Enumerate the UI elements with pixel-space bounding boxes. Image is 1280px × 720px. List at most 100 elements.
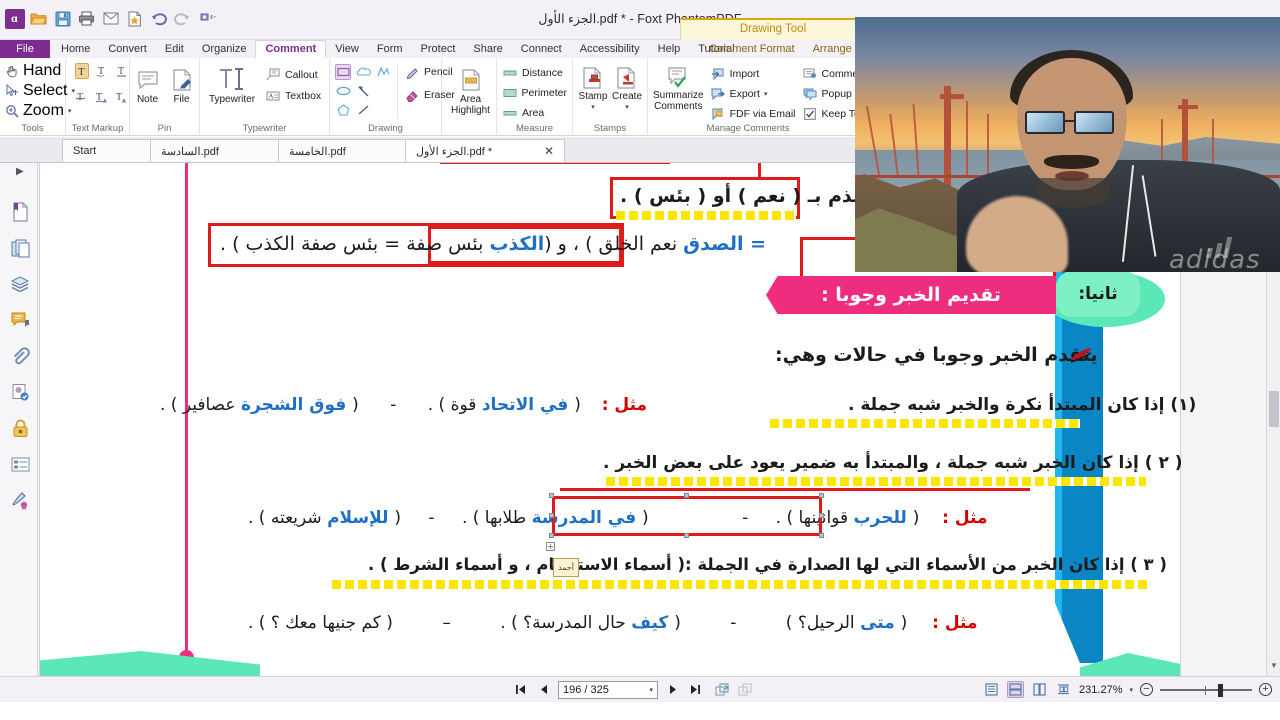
strikeout-text-icon[interactable]: T — [75, 89, 88, 105]
selected-annotation-rect[interactable] — [552, 496, 822, 536]
replace-text-icon[interactable]: T — [95, 89, 108, 105]
comments-panel-icon[interactable] — [9, 309, 31, 331]
continuous-facing-icon[interactable] — [1055, 681, 1072, 698]
zoom-slider-thumb[interactable] — [1218, 683, 1223, 697]
ribbon-item-select[interactable]: Select ▾ — [5, 81, 75, 101]
oval-icon[interactable] — [335, 83, 351, 99]
resize-handle-tc[interactable] — [684, 493, 689, 498]
scroll-down-arrow-icon[interactable]: ▼ — [1270, 661, 1278, 670]
ribbon-item-hand[interactable]: Hand — [5, 61, 61, 81]
tab-edit[interactable]: Edit — [156, 40, 193, 58]
resize-handle-mr[interactable] — [819, 513, 824, 518]
checkbox-checked-icon[interactable] — [802, 106, 818, 122]
ribbon-item-textbox[interactable]: A Textbox — [265, 88, 321, 104]
zoom-level-value[interactable]: 231.27% — [1079, 684, 1122, 696]
resize-handle-tr[interactable] — [819, 493, 824, 498]
polyline-icon[interactable] — [375, 64, 391, 80]
ribbon-item-distance[interactable]: Distance — [502, 65, 567, 81]
chevron-down-icon[interactable]: ▾ — [649, 686, 653, 694]
next-view-icon[interactable] — [737, 680, 754, 699]
stamps-panel-icon[interactable] — [9, 381, 31, 403]
underline-text-icon[interactable]: T — [116, 63, 129, 79]
tab-accessibility[interactable]: Accessibility — [571, 40, 649, 58]
ribbon-item-perimeter[interactable]: Perimeter — [502, 85, 567, 101]
page-thumbnails-icon[interactable] — [9, 237, 31, 259]
tab-protect[interactable]: Protect — [412, 40, 465, 58]
chevron-down-icon[interactable]: ▾ — [764, 90, 768, 98]
ribbon-item-area-highlight[interactable]: Area Highlight — [447, 61, 494, 116]
tab-view[interactable]: View — [326, 40, 368, 58]
resize-handle-br[interactable] — [819, 533, 824, 538]
prev-page-button[interactable] — [535, 680, 552, 699]
polygon-icon[interactable] — [335, 102, 351, 118]
tab-form[interactable]: Form — [368, 40, 412, 58]
resize-handle-ml[interactable] — [549, 513, 554, 518]
zoom-out-button[interactable]: − — [1140, 683, 1153, 696]
tab-help[interactable]: Help — [649, 40, 690, 58]
highlight-text-icon[interactable]: T — [75, 63, 89, 79]
next-page-button[interactable] — [664, 680, 681, 699]
bridge-cable — [965, 101, 968, 176]
rectangle-icon[interactable] — [335, 64, 351, 80]
continuous-page-icon[interactable] — [1007, 681, 1025, 698]
tab-comment-format[interactable]: Comment Format — [700, 40, 804, 58]
ribbon-item-create-stamp[interactable]: Create ▾ — [612, 66, 642, 111]
signatures-icon[interactable] — [9, 489, 31, 511]
tab-comment[interactable]: Comment — [255, 40, 327, 58]
insert-text-icon[interactable]: T — [115, 89, 128, 105]
ribbon-item-import[interactable]: Import — [710, 66, 796, 82]
cloud-shape-icon[interactable] — [355, 64, 371, 80]
ribbon-item-export[interactable]: Export ▾ — [710, 86, 796, 102]
tab-arrange[interactable]: Arrange — [804, 40, 861, 58]
security-lock-icon[interactable] — [9, 417, 31, 439]
ribbon-item-summarize[interactable]: Summarize Comments — [653, 65, 704, 122]
chevron-down-icon[interactable]: ▾ — [591, 103, 595, 111]
arrow-icon[interactable] — [355, 83, 371, 99]
resize-handle-tl[interactable] — [549, 493, 554, 498]
page-number-field[interactable]: 196 / 325 ▾ — [558, 680, 658, 699]
scroll-thumb[interactable] — [1269, 391, 1279, 427]
chevron-down-icon[interactable]: ▾ — [1129, 686, 1133, 694]
tab-connect[interactable]: Connect — [512, 40, 571, 58]
bookmarks-icon[interactable] — [9, 201, 31, 223]
doc-tab-khamisa[interactable]: الخامسة.pdf — [278, 139, 408, 162]
ribbon-item-stamp[interactable]: Stamp ▾ — [578, 66, 608, 111]
ribbon-item-note[interactable]: Note — [135, 67, 161, 106]
previous-view-icon[interactable] — [714, 680, 731, 699]
line-icon[interactable] — [355, 102, 371, 118]
highlight-rule-2[interactable] — [606, 477, 1146, 486]
resize-handle-bc[interactable] — [684, 533, 689, 538]
highlight-rule-1[interactable] — [770, 419, 1080, 428]
sticky-note-annotation[interactable]: أحمد — [553, 558, 579, 577]
highlight-praise[interactable] — [616, 211, 796, 220]
ribbon-item-file-attach[interactable]: File — [169, 67, 195, 106]
ribbon-item-fdf-email[interactable]: FDF via Email — [710, 106, 796, 122]
annotation-underline-rule-2[interactable] — [560, 488, 1030, 491]
ribbon-item-typewriter[interactable]: Typewriter — [205, 65, 259, 106]
chevron-down-icon[interactable]: ▾ — [625, 103, 629, 111]
zoom-in-button[interactable]: + — [1259, 683, 1272, 696]
doc-tab-juz-awwal[interactable]: الجزء الأول.pdf * ✕ — [405, 139, 565, 162]
doc-tab-sadisa[interactable]: السادسة.pdf — [150, 139, 280, 162]
ribbon-item-zoom[interactable]: Zoom ▾ — [5, 101, 71, 121]
facing-page-icon[interactable] — [1031, 681, 1048, 698]
tab-organize[interactable]: Organize — [193, 40, 256, 58]
fields-icon[interactable] — [9, 453, 31, 475]
file-menu-button[interactable]: File — [0, 40, 50, 58]
tab-home[interactable]: Home — [52, 40, 99, 58]
squiggly-text-icon[interactable]: T — [96, 63, 109, 79]
zoom-slider[interactable] — [1160, 683, 1252, 697]
ribbon-item-callout[interactable]: Callout — [265, 67, 321, 83]
last-page-button[interactable] — [687, 680, 704, 699]
close-icon[interactable]: ✕ — [530, 144, 554, 158]
single-page-icon[interactable] — [983, 681, 1000, 698]
highlight-rule-3[interactable] — [332, 580, 1150, 589]
tab-share[interactable]: Share — [464, 40, 511, 58]
first-page-button[interactable] — [512, 680, 529, 699]
tab-convert[interactable]: Convert — [99, 40, 156, 58]
annotation-line-top[interactable] — [440, 163, 670, 164]
panel-toggle-arrow-icon[interactable]: ▶ — [16, 166, 24, 177]
attachments-icon[interactable] — [9, 345, 31, 367]
layers-icon[interactable] — [9, 273, 31, 295]
ribbon-item-area[interactable]: Area — [502, 105, 567, 121]
